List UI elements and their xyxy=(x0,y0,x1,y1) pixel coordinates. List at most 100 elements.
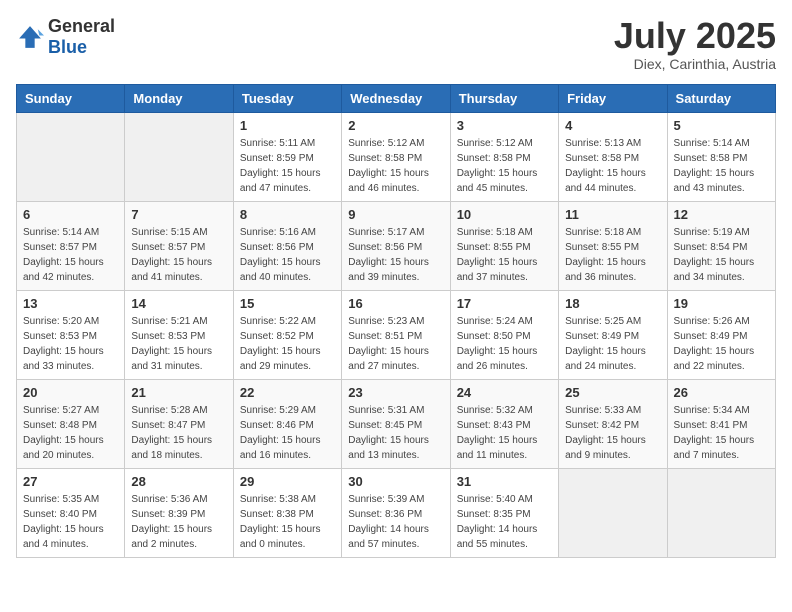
day-info: Sunrise: 5:26 AM Sunset: 8:49 PM Dayligh… xyxy=(674,314,769,374)
day-number: 31 xyxy=(457,474,552,489)
calendar-cell: 24 Sunrise: 5:32 AM Sunset: 8:43 PM Dayli… xyxy=(450,379,558,468)
page-header: General Blue July 2025 Diex, Carinthia, … xyxy=(16,16,776,72)
calendar-cell: 31 Sunrise: 5:40 AM Sunset: 8:35 PM Dayli… xyxy=(450,468,558,557)
calendar-cell xyxy=(125,112,233,201)
day-info: Sunrise: 5:23 AM Sunset: 8:51 PM Dayligh… xyxy=(348,314,443,374)
calendar-cell: 23Sunrise: 5:31 AM Sunset: 8:45 PM Dayli… xyxy=(342,379,450,468)
day-number: 11 xyxy=(565,207,660,222)
weekday-friday: Friday xyxy=(559,84,667,112)
weekday-tuesday: Tuesday xyxy=(233,84,341,112)
calendar-cell: 19 Sunrise: 5:26 AM Sunset: 8:49 PM Dayli… xyxy=(667,290,775,379)
logo-general: General xyxy=(48,16,115,36)
calendar-cell: 22Sunrise: 5:29 AM Sunset: 8:46 PM Dayli… xyxy=(233,379,341,468)
weekday-sunday: Sunday xyxy=(17,84,125,112)
week-row-1: 1 Sunrise: 5:11 AM Sunset: 8:59 PM Daylig… xyxy=(17,112,776,201)
day-number: 17 xyxy=(457,296,552,311)
day-number: 25 xyxy=(565,385,660,400)
day-info: Sunrise: 5:19 AM Sunset: 8:54 PM Dayligh… xyxy=(674,225,769,285)
day-info: Sunrise: 5:20 AM Sunset: 8:53 PM Dayligh… xyxy=(23,314,118,374)
day-info: Sunrise: 5:13 AM Sunset: 8:58 PM Dayligh… xyxy=(565,136,660,196)
calendar-cell: 15 Sunrise: 5:22 AM Sunset: 8:52 PM Dayli… xyxy=(233,290,341,379)
day-number: 3 xyxy=(457,118,552,133)
day-info: Sunrise: 5:18 AM Sunset: 8:55 PM Dayligh… xyxy=(565,225,660,285)
day-info: Sunrise: 5:28 AM Sunset: 8:47 PM Dayligh… xyxy=(131,403,226,463)
day-number: 10 xyxy=(457,207,552,222)
day-number: 21 xyxy=(131,385,226,400)
calendar-cell: 17 Sunrise: 5:24 AM Sunset: 8:50 PM Dayli… xyxy=(450,290,558,379)
calendar-cell: 29Sunrise: 5:38 AM Sunset: 8:38 PM Dayli… xyxy=(233,468,341,557)
day-info: Sunrise: 5:24 AM Sunset: 8:50 PM Dayligh… xyxy=(457,314,552,374)
day-info: Sunrise: 5:11 AM Sunset: 8:59 PM Dayligh… xyxy=(240,136,335,196)
calendar-cell xyxy=(667,468,775,557)
day-number: 6 xyxy=(23,207,118,222)
day-info: Sunrise: 5:16 AM Sunset: 8:56 PM Dayligh… xyxy=(240,225,335,285)
calendar-cell: 26Sunrise: 5:34 AM Sunset: 8:41 PM Dayli… xyxy=(667,379,775,468)
day-info: Sunrise: 5:27 AM Sunset: 8:48 PM Dayligh… xyxy=(23,403,118,463)
calendar-cell: 6 Sunrise: 5:14 AM Sunset: 8:57 PM Daylig… xyxy=(17,201,125,290)
calendar-cell: 11 Sunrise: 5:18 AM Sunset: 8:55 PM Dayli… xyxy=(559,201,667,290)
day-info: Sunrise: 5:17 AM Sunset: 8:56 PM Dayligh… xyxy=(348,225,443,285)
calendar-cell: 21 Sunrise: 5:28 AM Sunset: 8:47 PM Dayli… xyxy=(125,379,233,468)
day-info: Sunrise: 5:35 AM Sunset: 8:40 PM Dayligh… xyxy=(23,492,118,552)
weekday-saturday: Saturday xyxy=(667,84,775,112)
weekday-header-row: SundayMondayTuesdayWednesdayThursdayFrid… xyxy=(17,84,776,112)
logo-blue: Blue xyxy=(48,37,87,57)
calendar-cell xyxy=(559,468,667,557)
day-number: 24 xyxy=(457,385,552,400)
calendar-cell: 12 Sunrise: 5:19 AM Sunset: 8:54 PM Dayli… xyxy=(667,201,775,290)
day-info: Sunrise: 5:15 AM Sunset: 8:57 PM Dayligh… xyxy=(131,225,226,285)
calendar-cell: 9 Sunrise: 5:17 AM Sunset: 8:56 PM Daylig… xyxy=(342,201,450,290)
calendar-cell: 18Sunrise: 5:25 AM Sunset: 8:49 PM Dayli… xyxy=(559,290,667,379)
day-info: Sunrise: 5:39 AM Sunset: 8:36 PM Dayligh… xyxy=(348,492,443,552)
weekday-thursday: Thursday xyxy=(450,84,558,112)
day-info: Sunrise: 5:21 AM Sunset: 8:53 PM Dayligh… xyxy=(131,314,226,374)
day-number: 1 xyxy=(240,118,335,133)
day-number: 7 xyxy=(131,207,226,222)
calendar-cell: 8 Sunrise: 5:16 AM Sunset: 8:56 PM Daylig… xyxy=(233,201,341,290)
day-info: Sunrise: 5:33 AM Sunset: 8:42 PM Dayligh… xyxy=(565,403,660,463)
day-info: Sunrise: 5:40 AM Sunset: 8:35 PM Dayligh… xyxy=(457,492,552,552)
day-number: 27 xyxy=(23,474,118,489)
day-number: 30 xyxy=(348,474,443,489)
day-number: 20 xyxy=(23,385,118,400)
calendar-cell: 2 Sunrise: 5:12 AM Sunset: 8:58 PM Daylig… xyxy=(342,112,450,201)
calendar-cell: 16 Sunrise: 5:23 AM Sunset: 8:51 PM Dayli… xyxy=(342,290,450,379)
calendar-cell: 28 Sunrise: 5:36 AM Sunset: 8:39 PM Dayli… xyxy=(125,468,233,557)
title-block: July 2025 Diex, Carinthia, Austria xyxy=(614,16,776,72)
week-row-2: 6 Sunrise: 5:14 AM Sunset: 8:57 PM Daylig… xyxy=(17,201,776,290)
day-info: Sunrise: 5:18 AM Sunset: 8:55 PM Dayligh… xyxy=(457,225,552,285)
weekday-monday: Monday xyxy=(125,84,233,112)
day-number: 16 xyxy=(348,296,443,311)
day-info: Sunrise: 5:12 AM Sunset: 8:58 PM Dayligh… xyxy=(348,136,443,196)
day-number: 8 xyxy=(240,207,335,222)
week-row-5: 27 Sunrise: 5:35 AM Sunset: 8:40 PM Dayli… xyxy=(17,468,776,557)
day-number: 19 xyxy=(674,296,769,311)
day-number: 28 xyxy=(131,474,226,489)
week-row-4: 20 Sunrise: 5:27 AM Sunset: 8:48 PM Dayli… xyxy=(17,379,776,468)
day-info: Sunrise: 5:14 AM Sunset: 8:57 PM Dayligh… xyxy=(23,225,118,285)
day-info: Sunrise: 5:32 AM Sunset: 8:43 PM Dayligh… xyxy=(457,403,552,463)
calendar-body: 1 Sunrise: 5:11 AM Sunset: 8:59 PM Daylig… xyxy=(17,112,776,557)
day-number: 18 xyxy=(565,296,660,311)
day-number: 13 xyxy=(23,296,118,311)
day-info: Sunrise: 5:12 AM Sunset: 8:58 PM Dayligh… xyxy=(457,136,552,196)
day-number: 9 xyxy=(348,207,443,222)
day-number: 2 xyxy=(348,118,443,133)
calendar-cell: 7 Sunrise: 5:15 AM Sunset: 8:57 PM Daylig… xyxy=(125,201,233,290)
calendar-cell: 27 Sunrise: 5:35 AM Sunset: 8:40 PM Dayli… xyxy=(17,468,125,557)
calendar-cell: 30 Sunrise: 5:39 AM Sunset: 8:36 PM Dayli… xyxy=(342,468,450,557)
calendar-cell xyxy=(17,112,125,201)
month-title: July 2025 xyxy=(614,16,776,56)
day-info: Sunrise: 5:22 AM Sunset: 8:52 PM Dayligh… xyxy=(240,314,335,374)
day-info: Sunrise: 5:38 AM Sunset: 8:38 PM Dayligh… xyxy=(240,492,335,552)
day-number: 5 xyxy=(674,118,769,133)
day-number: 12 xyxy=(674,207,769,222)
day-number: 14 xyxy=(131,296,226,311)
day-number: 4 xyxy=(565,118,660,133)
calendar-cell: 25 Sunrise: 5:33 AM Sunset: 8:42 PM Dayli… xyxy=(559,379,667,468)
logo-icon xyxy=(16,23,44,51)
day-number: 15 xyxy=(240,296,335,311)
day-info: Sunrise: 5:36 AM Sunset: 8:39 PM Dayligh… xyxy=(131,492,226,552)
calendar-cell: 10 Sunrise: 5:18 AM Sunset: 8:55 PM Dayli… xyxy=(450,201,558,290)
calendar-table: SundayMondayTuesdayWednesdayThursdayFrid… xyxy=(16,84,776,558)
